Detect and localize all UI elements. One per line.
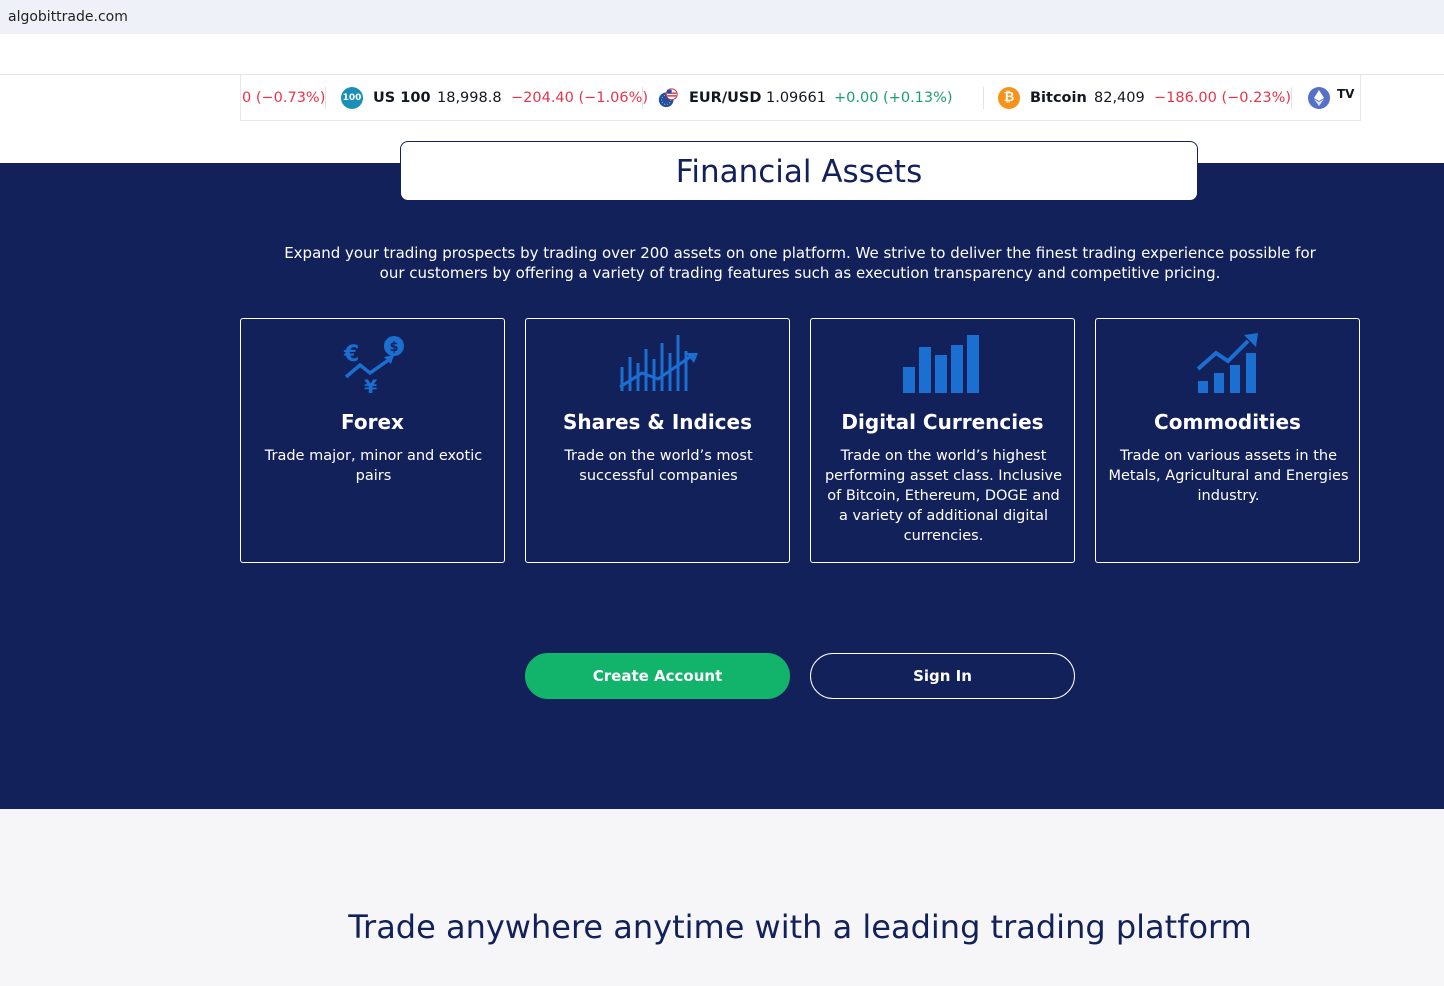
section-title: Financial Assets [675, 154, 923, 190]
ticker-symbol-us100[interactable]: US 100 [373, 75, 431, 120]
ticker-change-eurusd: +0.00 (+0.13%) [834, 90, 953, 106]
sign-in-button[interactable]: Sign In [810, 653, 1075, 699]
card-text: Trade on various assets in the Metals, A… [1108, 448, 1349, 504]
growth-chart-icon [1096, 333, 1359, 395]
card-text: Trade major, minor and exotic pairs [264, 448, 483, 484]
bitcoin-icon: ₿ [998, 87, 1020, 109]
svg-text:€: € [343, 342, 359, 367]
card-title: Digital Currencies [841, 410, 1044, 434]
ticker-divider [1291, 87, 1292, 109]
ticker-change-bitcoin: −186.00 (−0.23%) [1154, 90, 1292, 106]
ticker-tape[interactable]: 0 (−0.73%) 100 US 100 18,998.8 −204.40 (… [240, 75, 1361, 121]
bar-chart-icon [811, 333, 1074, 395]
create-account-button[interactable]: Create Account [525, 653, 790, 699]
ticker-symbol-eurusd[interactable]: EUR/USD [689, 75, 761, 120]
card-text: Trade on the world’s highest performing … [824, 448, 1063, 544]
ticker-divider [983, 87, 984, 109]
asset-card-digital-currencies[interactable]: Digital Currencies Trade on the world’s … [810, 318, 1075, 563]
platform-section: Trade anywhere anytime with a leading tr… [0, 809, 1444, 986]
shares-chart-icon [526, 333, 789, 395]
ticker-price-eurusd: 1.09661 [766, 90, 826, 106]
eur-usd-flag-icon [658, 88, 678, 108]
card-title: Commodities [1154, 410, 1301, 434]
ticker-divider [642, 87, 643, 109]
ticker-price-us100: 18,998.8 [437, 90, 502, 106]
card-title: Forex [341, 410, 404, 434]
tradingview-logo[interactable]: TV [1337, 87, 1354, 101]
asset-card-forex[interactable]: € $ ¥ Forex Trade major, minor and exoti… [240, 318, 505, 563]
ticker-symbol-bitcoin[interactable]: Bitcoin [1030, 75, 1087, 120]
svg-text:¥: ¥ [364, 376, 377, 395]
asset-card-shares-indices[interactable]: Shares & Indices Trade on the world’s mo… [525, 318, 790, 563]
section-title-box: Financial Assets [400, 141, 1198, 201]
url-text: algobittrade.com [8, 9, 128, 25]
browser-address-bar[interactable]: algobittrade.com [0, 0, 1444, 34]
card-title: Shares & Indices [562, 410, 752, 434]
us100-icon: 100 [341, 87, 363, 109]
section-intro: Expand your trading prospects by trading… [284, 244, 1316, 282]
forex-icon: € $ ¥ [241, 333, 504, 395]
ticker-price-bitcoin: 82,409 [1094, 90, 1145, 106]
asset-card-commodities[interactable]: Commodities Trade on various assets in t… [1095, 318, 1360, 563]
card-text: Trade on the world’s most successful com… [564, 448, 753, 484]
platform-headline: Trade anywhere anytime with a leading tr… [348, 908, 1252, 946]
ticker-change-us100: −204.40 (−1.06%) [511, 90, 649, 106]
ticker-divider [325, 87, 326, 109]
ethereum-icon [1308, 87, 1330, 109]
ticker-partial-change: 0 (−0.73%) [242, 90, 326, 106]
svg-text:$: $ [389, 340, 398, 355]
